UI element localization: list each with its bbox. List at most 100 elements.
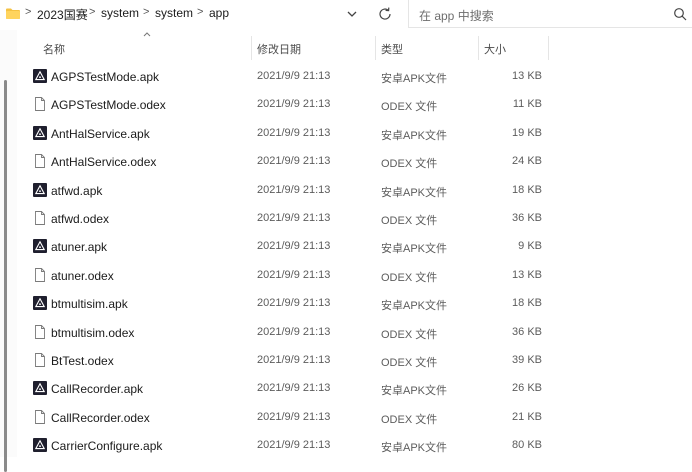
file-name[interactable]: btmultisim.odex [51, 326, 134, 340]
apk-file-icon [33, 125, 47, 140]
breadcrumb-system-1[interactable]: system [101, 6, 139, 20]
apk-file-icon [33, 296, 47, 311]
file-type: 安卓APK文件 [381, 442, 448, 455]
file-type: ODEX 文件 [381, 214, 438, 227]
file-name[interactable]: AGPSTestMode.odex [51, 98, 166, 112]
folder-icon [6, 8, 20, 19]
file-name[interactable]: AGPSTestMode.apk [51, 70, 159, 84]
file-name[interactable]: atuner.apk [51, 240, 107, 254]
apk-file-icon [33, 182, 47, 197]
file-modified-date: 2021/9/9 21:13 [257, 126, 331, 139]
file-type: 安卓APK文件 [381, 300, 448, 313]
file-size: 9 KB [518, 240, 542, 253]
file-type: ODEX 文件 [381, 101, 438, 114]
file-name[interactable]: BtTest.odex [51, 354, 114, 368]
file-size: 19 KB [512, 126, 542, 139]
file-type: ODEX 文件 [381, 328, 438, 341]
search-input[interactable]: 在 app 中搜索 [419, 7, 494, 24]
file-row[interactable]: atfwd.odex 2021/9/9 21:13 ODEX 文件 36 KB [17, 204, 692, 232]
column-divider[interactable] [548, 36, 549, 60]
file-modified-date: 2021/9/9 21:13 [257, 297, 331, 310]
file-size: 26 KB [512, 382, 542, 395]
blank-file-icon [33, 267, 47, 282]
file-modified-date: 2021/9/9 21:13 [257, 155, 331, 168]
column-divider[interactable] [251, 36, 252, 60]
file-row[interactable]: btmultisim.odex 2021/9/9 21:13 ODEX 文件 36 K… [17, 318, 692, 346]
file-size: 13 KB [512, 70, 542, 82]
search-box[interactable]: 在 app 中搜索 [408, 0, 692, 28]
file-modified-date: 2021/9/9 21:13 [257, 410, 331, 423]
breadcrumb-2023[interactable]: 2023国赛 [37, 6, 88, 23]
column-header-row: 名称 修改日期 类型 大小 [17, 32, 692, 60]
file-size: 39 KB [512, 353, 542, 366]
file-row[interactable]: AntHalService.odex 2021/9/9 21:13 ODEX 文件 2… [17, 147, 692, 175]
file-size: 18 KB [512, 297, 542, 310]
file-row[interactable]: BtTest.odex 2021/9/9 21:13 ODEX 文件 39 KB [17, 346, 692, 374]
file-modified-date: 2021/9/9 21:13 [257, 382, 331, 395]
apk-file-icon [33, 438, 47, 453]
file-size: 24 KB [512, 155, 542, 168]
blank-file-icon [33, 324, 47, 339]
breadcrumb-system-2[interactable]: system [155, 6, 193, 20]
column-header-type[interactable]: 类型 [381, 41, 403, 57]
file-name[interactable]: atuner.odex [51, 269, 114, 283]
file-size: 80 KB [512, 439, 542, 452]
file-name[interactable]: atfwd.odex [51, 212, 109, 226]
blank-file-icon [33, 352, 47, 367]
file-modified-date: 2021/9/9 21:13 [257, 183, 331, 196]
address-bar[interactable]: > 2023国赛 > system > system > app [0, 0, 337, 28]
breadcrumb-app[interactable]: app [209, 6, 229, 20]
file-modified-date: 2021/9/9 21:13 [257, 70, 331, 82]
nav-scrollbar[interactable] [4, 80, 7, 472]
file-type: 安卓APK文件 [381, 73, 448, 85]
file-name[interactable]: btmultisim.apk [51, 297, 128, 311]
file-row[interactable]: CallRecorder.odex 2021/9/9 21:13 ODEX 文件 21… [17, 403, 692, 431]
file-size: 13 KB [512, 268, 542, 281]
column-divider[interactable] [478, 36, 479, 60]
apk-file-icon [33, 239, 47, 254]
file-name[interactable]: CarrierConfigure.apk [51, 439, 162, 453]
column-header-modified[interactable]: 修改日期 [257, 41, 301, 57]
file-row[interactable]: atuner.apk 2021/9/9 21:13 安卓APK文件 9 KB [17, 232, 692, 260]
apk-file-icon [33, 381, 47, 396]
chevron-down-icon[interactable] [343, 6, 361, 22]
navigation-pane [0, 30, 17, 472]
file-type: 安卓APK文件 [381, 129, 448, 142]
search-icon[interactable] [672, 6, 688, 22]
file-name[interactable]: atfwd.apk [51, 184, 102, 198]
file-size: 21 KB [512, 410, 542, 423]
column-header-size[interactable]: 大小 [484, 41, 506, 57]
column-divider[interactable] [375, 36, 376, 60]
file-row[interactable]: CarrierConfigure.apk 2021/9/9 21:13 安卓APK文… [17, 431, 692, 459]
file-name[interactable]: AntHalService.apk [51, 127, 150, 141]
file-row[interactable]: btmultisim.apk 2021/9/9 21:13 安卓APK文件 18 KB [17, 289, 692, 317]
file-modified-date: 2021/9/9 21:13 [257, 98, 331, 111]
file-row[interactable]: AntHalService.apk 2021/9/9 21:13 安卓APK文件 19… [17, 119, 692, 147]
file-row[interactable]: AGPSTestMode.odex 2021/9/9 21:13 ODEX 文件 11… [17, 90, 692, 118]
blank-file-icon [33, 154, 47, 169]
refresh-icon[interactable] [376, 5, 394, 23]
file-row[interactable]: atfwd.apk 2021/9/9 21:13 安卓APK文件 18 KB [17, 176, 692, 204]
blank-file-icon [33, 211, 47, 225]
file-name[interactable]: CallRecorder.apk [51, 382, 143, 396]
file-list: AGPSTestMode.apk 2021/9/9 21:13 安卓APK文件 13 … [17, 62, 692, 459]
file-name[interactable]: CallRecorder.odex [51, 411, 150, 425]
file-modified-date: 2021/9/9 21:13 [257, 353, 331, 366]
breadcrumb-separator: > [197, 6, 204, 18]
file-type: ODEX 文件 [381, 271, 438, 284]
file-name[interactable]: AntHalService.odex [51, 155, 156, 169]
breadcrumb-separator: > [25, 6, 32, 18]
file-row[interactable]: atuner.odex 2021/9/9 21:13 ODEX 文件 13 KB [17, 261, 692, 289]
file-type: 安卓APK文件 [381, 243, 448, 256]
apk-file-icon [33, 69, 47, 83]
file-modified-date: 2021/9/9 21:13 [257, 268, 331, 281]
file-modified-date: 2021/9/9 21:13 [257, 325, 331, 338]
breadcrumb-separator: > [143, 6, 150, 18]
file-row[interactable]: AGPSTestMode.apk 2021/9/9 21:13 安卓APK文件 13 … [17, 62, 692, 90]
blank-file-icon [33, 97, 47, 112]
file-type: 安卓APK文件 [381, 186, 448, 199]
column-header-name[interactable]: 名称 [43, 41, 65, 57]
file-type: 安卓APK文件 [381, 385, 448, 398]
file-row[interactable]: CallRecorder.apk 2021/9/9 21:13 安卓APK文件 26 … [17, 374, 692, 402]
file-type: ODEX 文件 [381, 356, 438, 369]
